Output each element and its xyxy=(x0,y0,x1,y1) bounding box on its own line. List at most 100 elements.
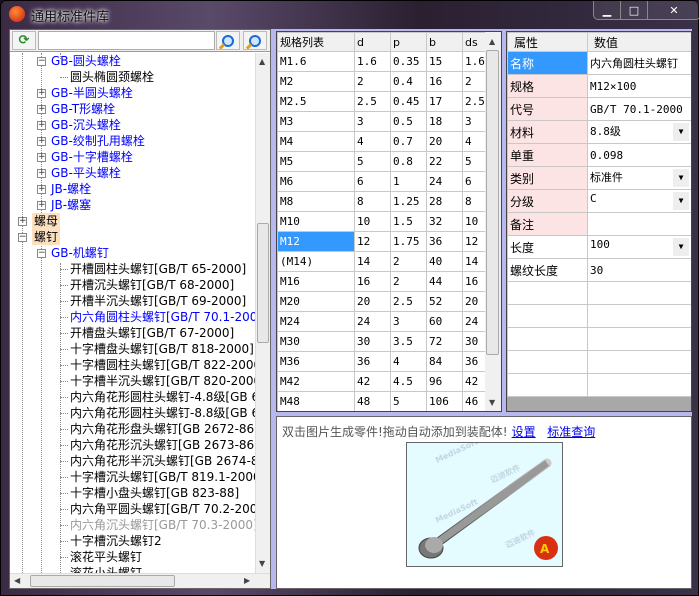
close-button[interactable]: ✕ xyxy=(648,1,699,19)
spec-row[interactable]: M4 4 0.7 20 4 xyxy=(277,131,488,152)
spec-cell[interactable]: 3 xyxy=(462,111,488,132)
spec-cell[interactable]: M20 xyxy=(277,291,355,312)
spec-cell[interactable]: 0.35 xyxy=(390,51,427,72)
expand-icon[interactable]: + xyxy=(37,201,46,210)
spec-cell[interactable]: 42 xyxy=(354,371,391,392)
column-header[interactable]: d xyxy=(354,32,391,52)
spec-cell[interactable]: 4 xyxy=(462,131,488,152)
property-value[interactable]: ▼ 100 xyxy=(587,235,691,259)
spec-cell[interactable]: M10 xyxy=(277,211,355,232)
spec-cell[interactable]: 1.5 xyxy=(390,211,427,232)
tree-node[interactable]: 内六角平圆头螺钉[GB/T 70.2-2000 xyxy=(70,501,255,517)
property-row[interactable]: 长度 ▼ 100 xyxy=(507,235,691,259)
spec-row[interactable]: M1.6 1.6 0.35 15 1.6 xyxy=(277,51,488,72)
spec-table-scrollbar[interactable]: ▲ ▼ xyxy=(485,32,501,411)
spec-cell[interactable]: 2.5 xyxy=(354,91,391,112)
spec-cell[interactable]: 20 xyxy=(354,291,391,312)
property-value[interactable] xyxy=(587,373,691,397)
tree-node[interactable]: 滚花平头螺钉 xyxy=(70,549,142,565)
spec-cell[interactable]: M12 xyxy=(277,231,355,252)
spec-cell[interactable]: 2 xyxy=(462,71,488,92)
spec-row[interactable]: M48 48 5 106 46 xyxy=(277,391,488,411)
spec-cell[interactable]: 52 xyxy=(426,291,463,312)
spec-cell[interactable]: 1.6 xyxy=(462,51,488,72)
spec-row[interactable]: M3 3 0.5 18 3 xyxy=(277,111,488,132)
spec-cell[interactable]: 2 xyxy=(390,251,427,272)
spec-cell[interactable]: M2.5 xyxy=(277,91,355,112)
spec-cell[interactable]: 3 xyxy=(354,111,391,132)
spec-row[interactable]: M10 10 1.5 32 10 xyxy=(277,211,488,232)
spec-cell[interactable]: 4 xyxy=(390,351,427,372)
spec-cell[interactable]: 2 xyxy=(390,271,427,292)
property-value[interactable]: M12×100 xyxy=(587,74,691,98)
tree-node[interactable]: 圆头椭圆颈螺栓 xyxy=(70,69,154,85)
spec-cell[interactable]: M48 xyxy=(277,391,355,411)
property-row[interactable] xyxy=(507,350,691,374)
property-value[interactable] xyxy=(587,212,691,236)
spec-row[interactable]: M42 42 4.5 96 42 xyxy=(277,371,488,392)
maximize-button[interactable]: □ xyxy=(621,1,648,19)
spec-cell[interactable]: 16 xyxy=(462,271,488,292)
tree-node[interactable]: 内六角花形半沉头螺钉[GB 2674-86 xyxy=(70,453,255,469)
tree-node[interactable]: GB-T形螺栓 xyxy=(51,101,115,117)
spec-cell[interactable]: 72 xyxy=(426,331,463,352)
property-row[interactable]: 分级 ▼ C xyxy=(507,189,691,213)
property-row[interactable] xyxy=(507,373,691,397)
scroll-thumb[interactable] xyxy=(486,50,499,355)
scroll-up-icon[interactable]: ▲ xyxy=(259,57,265,66)
property-value[interactable] xyxy=(587,304,691,328)
spec-cell[interactable]: 10 xyxy=(462,211,488,232)
spec-cell[interactable]: 0.45 xyxy=(390,91,427,112)
spec-cell[interactable]: 4 xyxy=(354,131,391,152)
spec-cell[interactable]: M8 xyxy=(277,191,355,212)
spec-cell[interactable]: 84 xyxy=(426,351,463,372)
spec-cell[interactable]: 46 xyxy=(462,391,488,411)
tree-node[interactable]: 滚花小头螺钉 xyxy=(70,565,142,573)
property-row[interactable]: 单重 0.098 xyxy=(507,143,691,167)
tree-node[interactable]: 内六角花形圆柱头螺钉-4.8级[GB 6 xyxy=(70,389,255,405)
tree-node[interactable]: 开槽圆柱头螺钉[GB/T 65-2000] xyxy=(70,261,246,277)
property-value[interactable]: 0.098 xyxy=(587,143,691,167)
spec-cell[interactable]: 15 xyxy=(426,51,463,72)
property-value[interactable] xyxy=(587,281,691,305)
spec-cell[interactable]: 16 xyxy=(426,71,463,92)
property-value[interactable] xyxy=(587,350,691,374)
column-header[interactable]: ds xyxy=(462,32,488,52)
spec-cell[interactable]: 28 xyxy=(426,191,463,212)
scroll-right-icon[interactable]: ▶ xyxy=(244,576,250,585)
spec-cell[interactable]: M24 xyxy=(277,311,355,332)
spec-row[interactable]: M16 16 2 44 16 xyxy=(277,271,488,292)
spec-row[interactable]: M24 24 3 60 24 xyxy=(277,311,488,332)
scroll-thumb[interactable] xyxy=(257,223,269,343)
dropdown-arrow-icon[interactable]: ▼ xyxy=(673,123,689,141)
spec-cell[interactable]: 60 xyxy=(426,311,463,332)
tree-node[interactable]: 开槽沉头螺钉[GB/T 68-2000] xyxy=(70,277,234,293)
collapse-icon[interactable]: − xyxy=(37,57,46,66)
settings-link[interactable]: 设置 xyxy=(512,425,536,439)
spec-cell[interactable]: 30 xyxy=(462,331,488,352)
expand-icon[interactable]: + xyxy=(37,137,46,146)
tree-node[interactable]: 十字槽圆柱头螺钉[GB/T 822-2000] xyxy=(70,357,255,373)
spec-cell[interactable]: 5 xyxy=(462,151,488,172)
property-row[interactable]: 规格 M12×100 xyxy=(507,74,691,98)
spec-cell[interactable]: 8 xyxy=(354,191,391,212)
search-next-button[interactable] xyxy=(243,31,267,50)
spec-cell[interactable]: 10 xyxy=(354,211,391,232)
expand-icon[interactable]: + xyxy=(37,89,46,98)
refresh-button[interactable]: ⟳ xyxy=(12,31,36,50)
spec-cell[interactable]: 106 xyxy=(426,391,463,411)
property-row[interactable]: 螺纹长度 30 xyxy=(507,258,691,282)
collapse-icon[interactable]: − xyxy=(18,233,27,242)
spec-cell[interactable]: 42 xyxy=(462,371,488,392)
spec-cell[interactable]: 12 xyxy=(462,231,488,252)
spec-cell[interactable]: M30 xyxy=(277,331,355,352)
tree-node[interactable]: 开槽半沉头螺钉[GB/T 69-2000] xyxy=(70,293,246,309)
property-row[interactable] xyxy=(507,327,691,351)
property-row[interactable] xyxy=(507,281,691,305)
expand-icon[interactable]: + xyxy=(37,169,46,178)
spec-cell[interactable]: 1.75 xyxy=(390,231,427,252)
spec-row[interactable]: M12 12 1.75 36 12 xyxy=(277,231,488,252)
property-row[interactable]: 材料 ▼ 8.8级 xyxy=(507,120,691,144)
tree-node[interactable]: GB-沉头螺栓 xyxy=(51,117,121,133)
property-value[interactable]: ▼ 8.8级 xyxy=(587,120,691,144)
